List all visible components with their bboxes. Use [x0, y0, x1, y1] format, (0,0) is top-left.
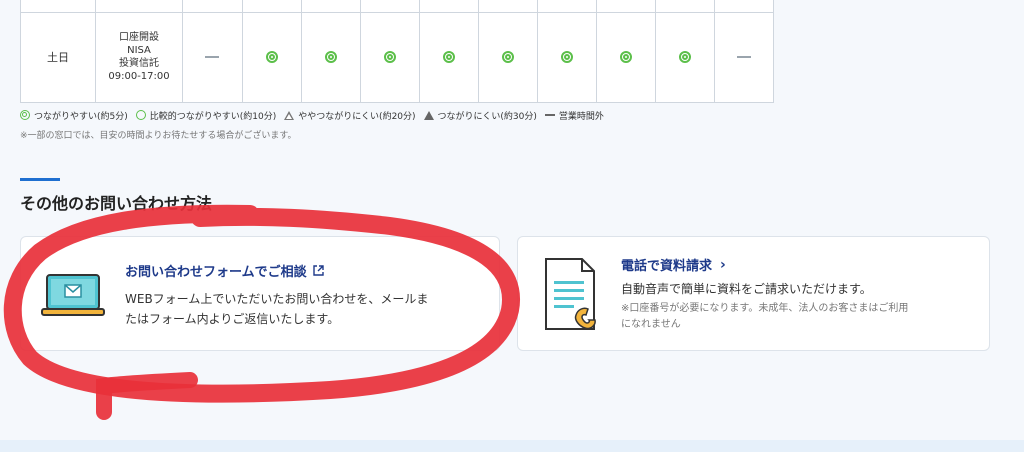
legend-label: 比較的つながりやすい(約10分) [149, 111, 277, 122]
service-line: 口座開設 [119, 32, 159, 43]
circle-icon [135, 110, 146, 120]
double-circle-icon [266, 51, 278, 63]
availability-cell [715, 13, 773, 101]
phone-request-title: 電話で資料請求 [621, 259, 713, 274]
double-circle-icon [325, 51, 337, 63]
external-link-icon [312, 265, 324, 276]
section-title: その他のお問い合わせ方法 [20, 194, 213, 213]
section-accent-bar [20, 178, 60, 181]
availability-cell [656, 13, 714, 101]
availability-cell [538, 13, 596, 101]
service-line: 投資信託 [119, 58, 159, 69]
double-circle-icon [443, 51, 455, 63]
legend-item: つながりやすい(約5分) [20, 109, 128, 122]
phone-request-note: ※口座番号が必要になります。未成年、法人のお客さまはご利用 になれません [621, 301, 981, 333]
double-circle-icon [620, 51, 632, 63]
wait-time-note: ※一部の窓口では、目安の時間よりお待たせする場合がございます。 [20, 131, 297, 141]
note-line: ※口座番号が必要になります。未成年、法人のお客さまはご利用 [621, 303, 909, 314]
legend-label: ややつながりにくい(約20分) [298, 111, 416, 122]
availability-cell [302, 13, 360, 101]
double-circle-icon [679, 51, 691, 63]
phone-request-card[interactable]: 電話で資料請求 › 自動音声で簡単に資料をご請求いただけます。 ※口座番号が必要… [517, 236, 990, 351]
double-circle-icon [20, 110, 30, 120]
contact-form-description: WEBフォーム上でいただいたお問い合わせを、メールま たはフォーム内よりご返信い… [125, 289, 495, 329]
legend-item: つながりにくい(約30分) [423, 109, 537, 122]
footer-band [0, 440, 1024, 452]
chevron-right-icon: › [720, 256, 726, 273]
laptop-mail-icon [41, 274, 105, 316]
open-triangle-icon [284, 110, 295, 120]
description-line: WEBフォーム上でいただいたお問い合わせを、メールま [125, 292, 429, 306]
availability-cell [597, 13, 655, 101]
dash-icon [205, 56, 219, 58]
double-circle-icon [384, 51, 396, 63]
contact-form-card[interactable]: お問い合わせフォームでご相談 WEBフォーム上でいただいたお問い合わせを、メール… [20, 236, 500, 351]
legend-item: 営業時間外 [544, 109, 604, 122]
contact-form-title: お問い合わせフォームでご相談 [125, 265, 307, 280]
availability-cell [420, 13, 478, 101]
double-circle-icon [561, 51, 573, 63]
dash-icon [544, 114, 555, 116]
legend-label: つながりにくい(約30分) [437, 111, 537, 122]
availability-cell [479, 13, 537, 101]
dash-icon [737, 56, 751, 58]
table-row-previous [21, 0, 773, 13]
legend: つながりやすい(約5分) 比較的つながりやすい(約10分) ややつながりにくい(… [20, 108, 612, 122]
service-line: NISA [127, 45, 151, 56]
availability-cell [361, 13, 419, 101]
phone-request-description: 自動音声で簡単に資料をご請求いただけます。 [621, 282, 872, 296]
day-label: 土日 [47, 51, 69, 64]
note-line: になれません [621, 319, 681, 330]
legend-item: 比較的つながりやすい(約10分) [135, 109, 277, 122]
availability-cell [243, 13, 301, 101]
triangle-icon [423, 110, 434, 120]
service-hours-cell: 口座開設 NISA 投資信託 09:00-17:00 [96, 13, 182, 101]
document-phone-icon [545, 258, 596, 330]
double-circle-icon [502, 51, 514, 63]
schedule-table: 土日 口座開設 NISA 投資信託 09:00-17:00 [20, 0, 774, 103]
contact-form-link[interactable]: お問い合わせフォームでご相談 [125, 261, 324, 280]
legend-item: ややつながりにくい(約20分) [284, 109, 416, 122]
description-line: たはフォーム内よりご返信いたします。 [125, 312, 340, 326]
legend-label: 営業時間外 [558, 111, 604, 122]
availability-cell [183, 13, 241, 101]
phone-request-link[interactable]: 電話で資料請求 › [621, 255, 726, 275]
service-line: 09:00-17:00 [108, 71, 170, 82]
legend-label: つながりやすい(約5分) [34, 111, 128, 122]
